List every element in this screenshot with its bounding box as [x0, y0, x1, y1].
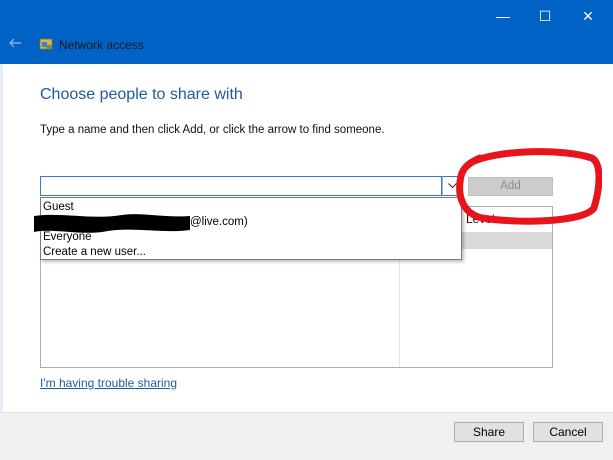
- dropdown-arrow-button[interactable]: [442, 176, 462, 196]
- network-share-icon: [39, 38, 53, 52]
- chevron-down-icon: [448, 183, 457, 189]
- cancel-button[interactable]: Cancel: [533, 422, 603, 442]
- trouble-sharing-link[interactable]: I'm having trouble sharing: [40, 376, 177, 390]
- redaction-scribble: [34, 214, 190, 233]
- permission-level-header[interactable]: Level: [466, 212, 495, 226]
- page-heading: Choose people to share with: [40, 86, 243, 103]
- window-title: Network access: [59, 38, 144, 52]
- share-button[interactable]: Share: [454, 422, 524, 442]
- back-arrow-icon[interactable]: [8, 36, 24, 52]
- minimize-button[interactable]: —: [493, 6, 513, 26]
- dropdown-item-create-user[interactable]: Create a new user...: [43, 245, 146, 259]
- close-button[interactable]: ✕: [578, 6, 598, 26]
- window-edge: [0, 64, 3, 412]
- instruction-text: Type a name and then click Add, or click…: [40, 124, 385, 136]
- title-bar: — ☐ ✕: [0, 0, 613, 64]
- maximize-button[interactable]: ☐: [535, 6, 555, 26]
- name-input[interactable]: [40, 176, 442, 196]
- selected-row-highlight[interactable]: [462, 232, 552, 249]
- account-email-suffix: @live.com): [190, 216, 248, 228]
- add-button[interactable]: Add: [468, 177, 553, 196]
